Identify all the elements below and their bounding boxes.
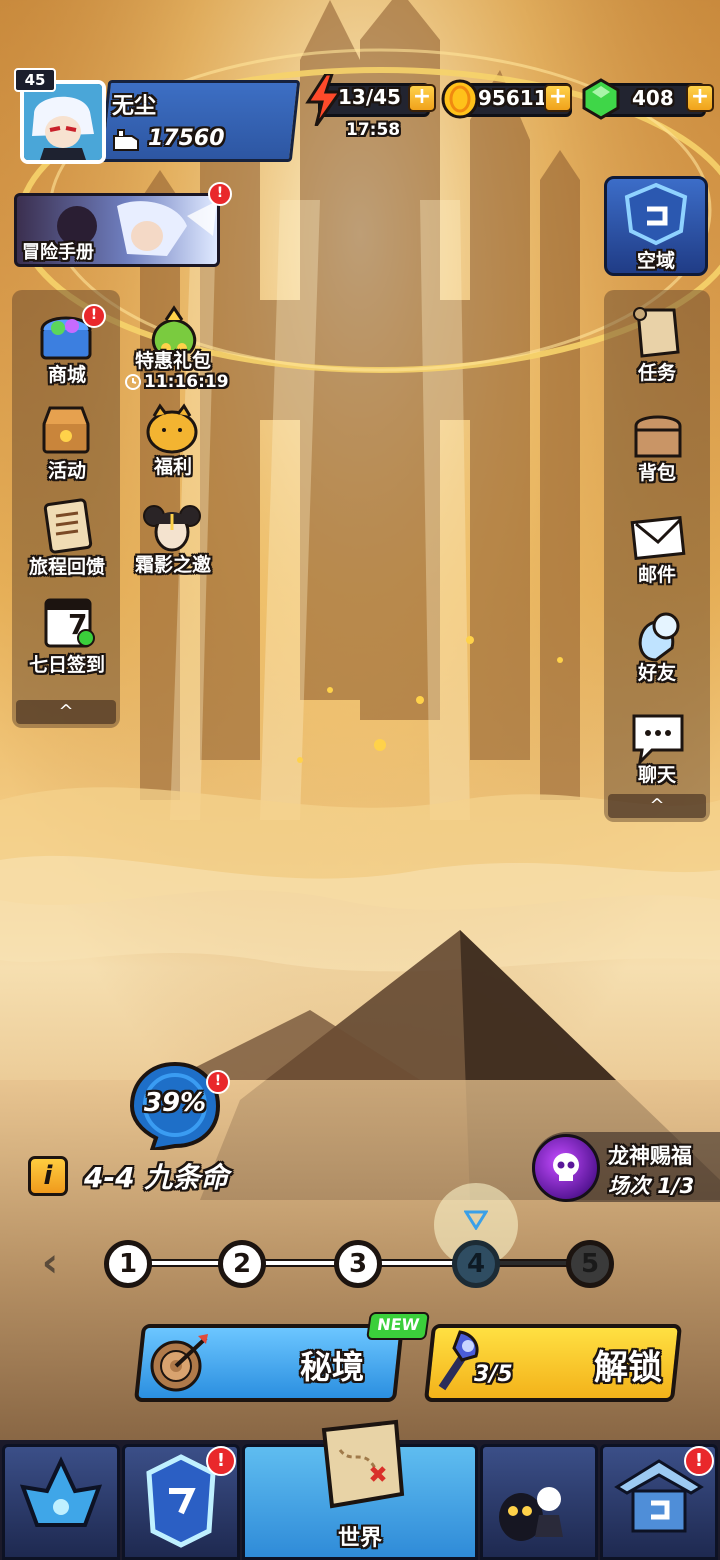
stage-name: 4-4 九条命 bbox=[84, 1161, 229, 1194]
menu-item-welfare[interactable]: 福利 bbox=[118, 398, 228, 488]
nav-tab-heroes[interactable] bbox=[2, 1444, 120, 1560]
dragon-blessing-count: 场次 1/3 bbox=[608, 1174, 695, 1198]
progress-percent: 39% bbox=[143, 1088, 207, 1118]
menu-label-special-offer: 特惠礼包 bbox=[134, 350, 211, 372]
menu-item-frost-invite[interactable]: 霜影之邀 bbox=[118, 496, 228, 586]
gold-coin-icon bbox=[441, 79, 479, 119]
nav-world-label: 世界 bbox=[337, 1526, 382, 1551]
fist-power-icon bbox=[113, 129, 139, 151]
energy-timer: 17:58 bbox=[346, 120, 401, 140]
friends-icon bbox=[638, 612, 680, 662]
menu-item-events[interactable]: 活动 bbox=[12, 398, 122, 488]
add-gold-button[interactable]: + bbox=[544, 84, 572, 112]
sky-emblem-icon bbox=[624, 182, 688, 246]
menu-item-checkin[interactable]: 7 七日签到 bbox=[12, 594, 122, 684]
gold-value: 95611 bbox=[478, 86, 548, 110]
menu-item-mail[interactable]: 邮件 bbox=[604, 506, 710, 594]
menu-item-journey[interactable]: 旅程回馈 bbox=[12, 496, 122, 586]
left-menu-collapse-button[interactable]: ^ bbox=[16, 700, 116, 724]
menu-label-tasks: 任务 bbox=[637, 362, 676, 384]
cards-alert-badge: ! bbox=[206, 1446, 236, 1476]
green-gem-icon bbox=[582, 78, 620, 120]
add-gem-button[interactable]: + bbox=[686, 84, 714, 112]
stage-node-5[interactable]: 5 bbox=[566, 1240, 614, 1288]
target-arrow-icon bbox=[150, 1334, 208, 1392]
sky-base-alert-badge: ! bbox=[684, 1446, 714, 1476]
menu-item-chat[interactable]: 聊天 bbox=[604, 708, 710, 796]
skull-orb-icon bbox=[532, 1134, 600, 1202]
key-count: 3/5 bbox=[474, 1362, 513, 1387]
secret-realm-label: 秘境 bbox=[300, 1348, 365, 1386]
treasure-map-icon bbox=[321, 1419, 405, 1509]
mail-icon bbox=[630, 515, 686, 561]
menu-label-welfare: 福利 bbox=[153, 456, 192, 478]
special-offer-timer: 11:16:19 bbox=[144, 372, 229, 392]
energy-value: 13/45 bbox=[338, 85, 401, 109]
menu-label-checkin: 七日签到 bbox=[28, 654, 105, 676]
adventure-book-alert-badge: ! bbox=[208, 182, 232, 206]
chat-icon bbox=[632, 714, 684, 766]
player-level-badge: 45 bbox=[14, 68, 56, 92]
bag-icon bbox=[634, 415, 682, 458]
piggy-icon bbox=[146, 403, 198, 454]
stage-node-2[interactable]: 2 bbox=[218, 1240, 266, 1288]
gem-value: 408 bbox=[632, 86, 674, 110]
player-power: 17560 bbox=[148, 126, 225, 151]
avatar-portrait-icon bbox=[24, 84, 102, 160]
stage-node-4[interactable]: 4 bbox=[452, 1240, 500, 1288]
character-head-icon bbox=[143, 505, 201, 552]
menu-label-bag: 背包 bbox=[637, 462, 676, 484]
add-energy-button[interactable]: + bbox=[408, 84, 436, 112]
progress-alert-badge: ! bbox=[206, 1070, 230, 1094]
scroll-list-icon bbox=[43, 498, 93, 554]
menu-label-chat: 聊天 bbox=[637, 764, 676, 786]
dragon-blessing-title: 龙神赐福 bbox=[608, 1144, 692, 1168]
scroll-icon bbox=[633, 307, 680, 358]
calendar-day-number: 7 bbox=[68, 608, 88, 641]
stage-node-3[interactable]: 3 bbox=[334, 1240, 382, 1288]
nav-tab-guild[interactable] bbox=[480, 1444, 598, 1560]
menu-label-events: 活动 bbox=[47, 460, 86, 482]
clock-icon bbox=[125, 374, 141, 390]
previous-chapter-button[interactable]: ‹ bbox=[32, 1242, 68, 1286]
treasure-icon bbox=[42, 406, 90, 454]
menu-item-tasks[interactable]: 任务 bbox=[604, 302, 710, 390]
new-tag-badge: NEW bbox=[366, 1312, 430, 1340]
menu-label-shop: 商城 bbox=[47, 364, 86, 386]
player-name: 无尘 bbox=[112, 94, 157, 119]
menu-label-frost-invite: 霜影之邀 bbox=[134, 554, 211, 576]
menu-label-friends: 好友 bbox=[637, 662, 676, 684]
dark-creature-icon bbox=[499, 1487, 563, 1541]
right-menu-collapse-button[interactable]: ^ bbox=[608, 794, 706, 818]
menu-label-journey: 旅程回馈 bbox=[28, 556, 105, 578]
menu-label-mail: 邮件 bbox=[637, 564, 676, 586]
current-stage-indicator-icon bbox=[464, 1210, 488, 1230]
menu-item-friends[interactable]: 好友 bbox=[604, 606, 710, 694]
shop-alert-badge: ! bbox=[82, 304, 106, 328]
sky-domain-label: 空域 bbox=[636, 250, 675, 272]
adventure-book-label: 冒险手册 bbox=[22, 242, 94, 263]
stage-node-1[interactable]: 1 bbox=[104, 1240, 152, 1288]
crystal-crown-icon bbox=[19, 1456, 103, 1527]
stage-info-button[interactable]: i bbox=[28, 1156, 68, 1196]
player-avatar[interactable] bbox=[20, 80, 106, 164]
unlock-label: 解锁 bbox=[594, 1348, 662, 1388]
menu-item-bag[interactable]: 背包 bbox=[604, 404, 710, 492]
